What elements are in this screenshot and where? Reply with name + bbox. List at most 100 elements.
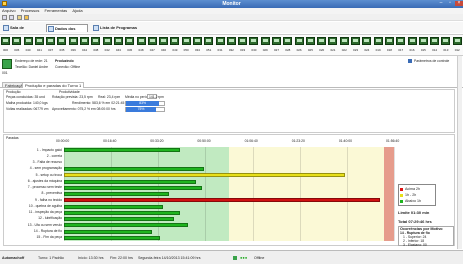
machine-icon[interactable] [396,37,406,45]
machine-icon[interactable] [452,37,462,45]
y-tick-label: 2 - correia [46,153,62,158]
save-icon[interactable] [9,15,14,20]
connection-label: Conexão: Offline [55,65,81,69]
machine-icon[interactable] [373,37,383,45]
machine-icon[interactable] [384,37,394,45]
stop-bar[interactable] [64,223,188,228]
menu-ajuda[interactable]: Ajuda [72,8,82,13]
machine-icon[interactable] [80,37,90,45]
inicio-label: Início: 13:30 hrs [78,256,104,260]
machine-icon[interactable] [294,37,304,45]
stop-bar[interactable] [64,235,161,240]
machine-icon[interactable] [305,37,315,45]
machine-icon[interactable] [68,37,78,45]
machine-icon[interactable] [91,37,101,45]
paradas-legend: Acima 2h 1h - 2h Abaixo 1h [398,184,436,206]
menu-ferramentas[interactable]: Ferramentas [45,8,68,13]
stop-bar[interactable] [64,148,180,153]
tab-sala-producao[interactable]: Sala de Produção [2,24,42,38]
stop-bar[interactable] [64,167,205,171]
stop-bar[interactable] [64,192,169,197]
machine-icon[interactable] [328,37,338,45]
params-link[interactable]: Parâmetros de controle [414,59,449,63]
machine-icon[interactable] [430,37,440,45]
open-icon[interactable] [2,15,7,20]
machine-label: 012 [454,48,460,52]
subtab-producao-paradas[interactable]: Produção e paradas do Turno 1 [22,82,85,88]
stop-bar[interactable] [64,179,196,184]
machine-icon[interactable] [34,37,44,45]
title-bar: Monitor – ▫ × [0,0,463,8]
machine-icon[interactable] [260,37,270,45]
pecas-label: Peças concluídas: 35 und [6,95,45,99]
machine-icon[interactable] [23,37,33,45]
machine-icon[interactable] [317,37,327,45]
y-tick-label: 6 - ajustes da máquina [27,178,62,183]
stop-bar[interactable] [64,229,152,234]
machine-icon[interactable] [339,37,349,45]
machine-icon[interactable] [181,37,191,45]
machine-icon[interactable] [407,37,417,45]
machine-icon[interactable] [147,37,157,45]
machine-icon[interactable] [418,37,428,45]
machine-icon[interactable] [362,37,372,45]
vertical-scrollbar[interactable] [457,56,462,249]
real-label: Real: 23,4 rpm [98,95,121,99]
edit-icon[interactable] [17,15,22,20]
machine-icon[interactable] [249,37,259,45]
machine-icon[interactable] [204,37,214,45]
signal-icon: ●●● [240,255,248,260]
settings-icon[interactable] [24,15,29,20]
y-tick-label: 10 - quebra de agulha [28,203,62,208]
machine-icon[interactable] [192,37,202,45]
rendimento-label: Rendimento: 583,6 % em 02:21:45 hrs [72,101,131,105]
machine-icon[interactable] [136,37,146,45]
x-tick-label: 01:40:00 [338,139,353,143]
machine-icon[interactable] [57,37,67,45]
production-panel: Produção Peças concluídas: 35 und Malha … [3,89,455,133]
menu-processos[interactable]: Processos [21,8,40,13]
ocorrencia-line: 3 - Elastano: 00 [403,243,427,247]
stop-bar[interactable] [64,217,174,222]
stop-bar[interactable] [64,173,345,178]
x-tick-label: 00:50:00 [197,139,211,143]
machine-icon[interactable] [125,37,135,45]
factory-icon [3,25,9,31]
machine-icon[interactable] [113,37,123,45]
machine-icon[interactable] [351,37,361,45]
stop-bar[interactable] [64,198,381,203]
x-tick-label: 01:06:40 [244,139,258,143]
machine-icon[interactable] [1,37,10,45]
operator-label: Tecelão: Daniel Andre [15,65,48,69]
machine-icon[interactable] [272,37,282,45]
chart-zone [229,147,394,241]
stop-bar[interactable] [64,185,202,190]
machine-icon[interactable] [46,37,56,45]
malha-label: Malha produzida: 140,0 kgs [6,101,48,105]
machine-icon[interactable] [102,37,112,45]
media-unit: rpm [158,95,164,99]
machine-icon[interactable] [215,37,225,45]
tab-lista-programas[interactable]: Lista de Programas [92,24,138,32]
minimize-button[interactable]: – [437,1,445,6]
machine-icon[interactable] [170,37,180,45]
legend-item: Abaixo 1h [400,198,434,204]
productivity-title: Produtividade [59,90,80,94]
rotation-label: Rotação prevista: 23,5 rpm [52,95,93,99]
tab-dados-teares[interactable]: Dados dos Teares [46,24,88,39]
machine-icon[interactable] [159,37,169,45]
machine-icon[interactable] [238,37,248,45]
y-tick-label: 1 - Impacto gaiol [36,147,62,152]
stop-bar[interactable] [64,210,180,215]
maximize-button[interactable]: ▫ [446,1,454,6]
machine-icon[interactable] [226,37,236,45]
close-button[interactable]: × [455,1,463,6]
machine-icon[interactable] [12,37,22,45]
menu-arquivo[interactable]: Arquivo [2,8,16,13]
y-tick-label: 3 - Falta de recurso [32,160,62,165]
aproveitamento-bar: 75% [126,107,156,112]
y-tick-label: 4 - sem programação [29,166,62,171]
machine-icon[interactable] [441,37,451,45]
stop-bar[interactable] [64,204,163,209]
machine-icon[interactable] [283,37,293,45]
